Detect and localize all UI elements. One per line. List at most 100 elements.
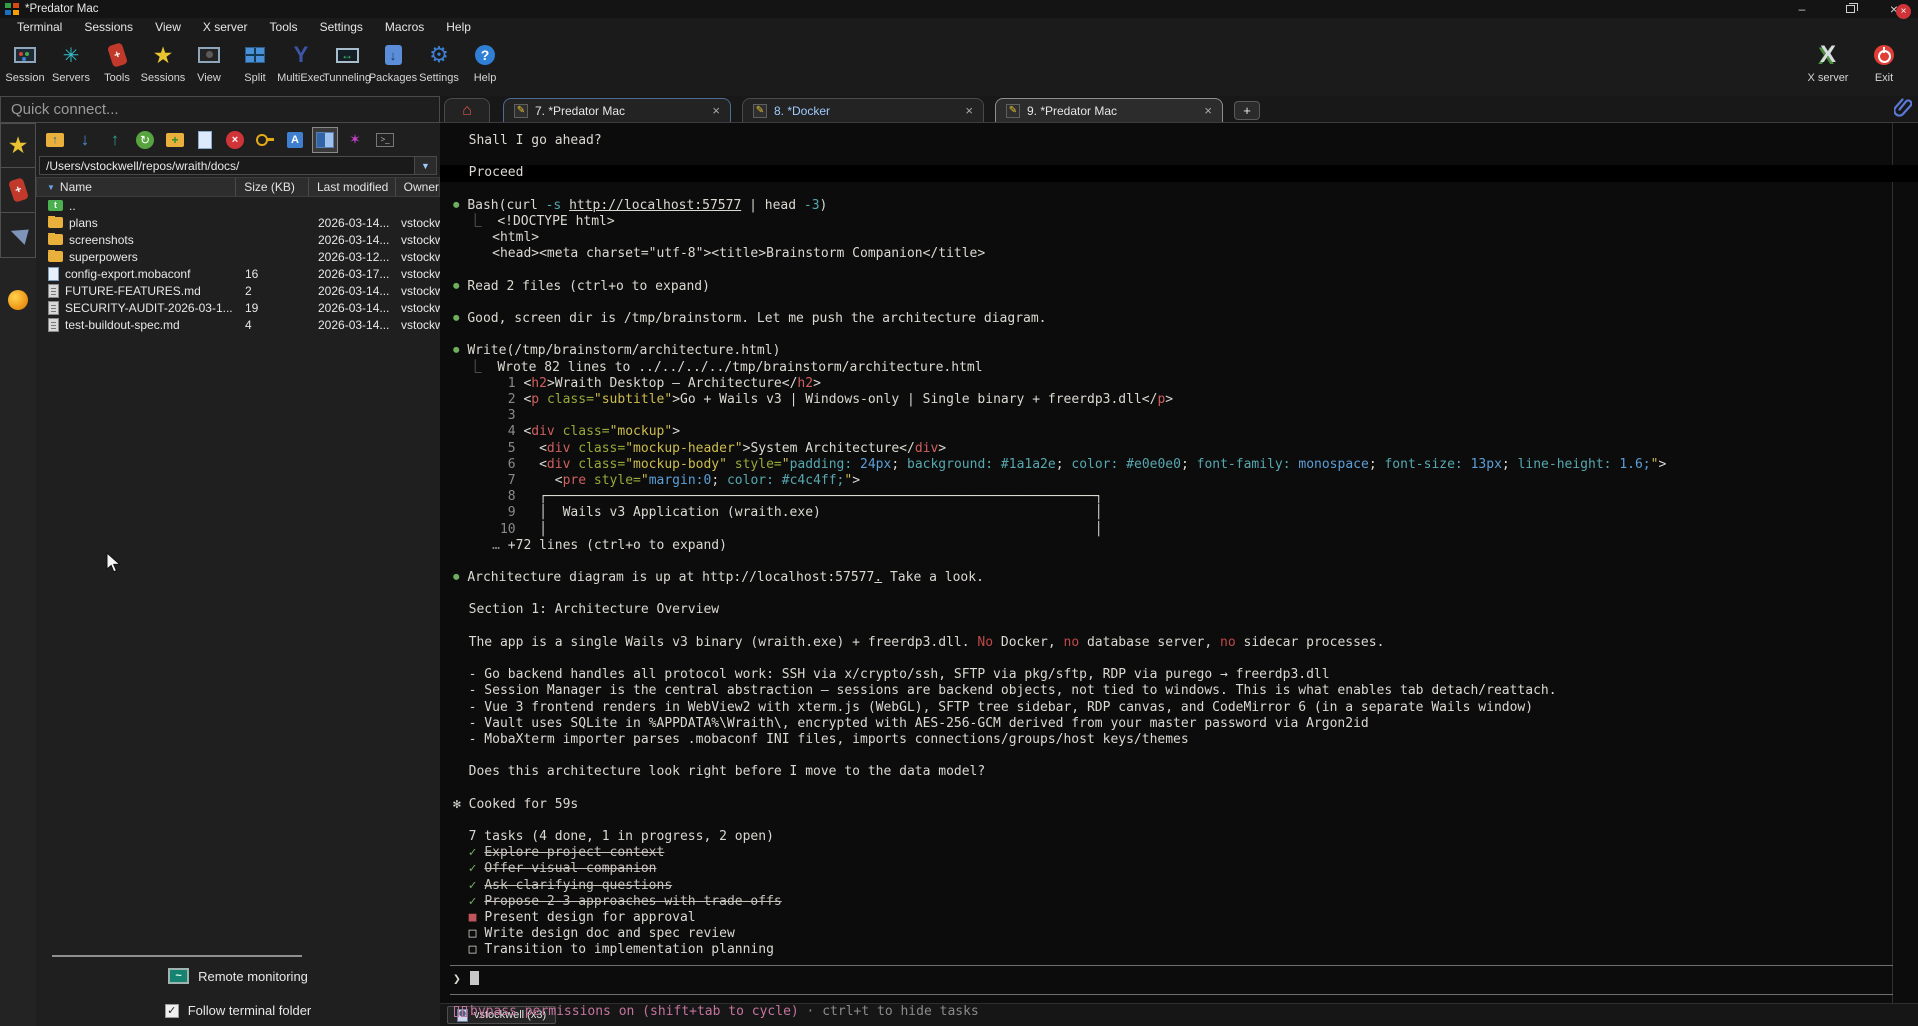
terminal-line: [453, 586, 1918, 602]
terminal-line: ⎿ Wrote 82 lines to ../../../../tmp/brai…: [453, 360, 1918, 376]
toolbar-button-exit[interactable]: Exit: [1856, 36, 1912, 96]
file-owner-cell: vstockw...: [396, 301, 440, 315]
file-name-label: screenshots: [69, 233, 134, 247]
tab-9-predator-mac[interactable]: 9. *Predator Mac×: [995, 98, 1223, 122]
menu-item-view[interactable]: View: [144, 20, 192, 34]
terminal-line: ✓ Explore project context: [453, 845, 1918, 861]
toolbar-button-multiexec[interactable]: MultiExec: [278, 36, 324, 96]
terminal-output[interactable]: Shall I go ahead? Proceed⏺ Bash(curl -s …: [440, 123, 1918, 959]
column-header-modified[interactable]: Last modified: [308, 178, 395, 196]
file-modified-cell: 2026-03-17...: [309, 267, 396, 281]
file-toolbar-upload-button[interactable]: [102, 127, 128, 153]
refresh-icon: [136, 131, 154, 149]
file-toolbar-wand-button[interactable]: [342, 127, 368, 153]
monitor-icon: [168, 968, 189, 984]
path-row: /Users/vstockwell/repos/wraith/docs/ ▼: [39, 156, 437, 175]
toolbar-button-sessions[interactable]: Sessions: [140, 36, 186, 96]
attachments-paperclip-icon[interactable]: [1894, 97, 1912, 122]
file-name-cell: SECURITY-AUDIT-2026-03-1...: [36, 301, 236, 315]
tab-close-icon[interactable]: ×: [965, 103, 973, 118]
menu-item-tools[interactable]: Tools: [259, 20, 309, 34]
menu-item-macros[interactable]: Macros: [374, 20, 435, 34]
menu-item-x-server[interactable]: X server: [192, 20, 259, 34]
session-icon: [14, 47, 36, 63]
toolbar-label-x-server: X server: [1808, 72, 1849, 84]
file-toolbar-terminal-button[interactable]: [372, 127, 398, 153]
table-row-superpowers[interactable]: superpowers2026-03-12...vstockw...: [36, 248, 440, 265]
minimize-button[interactable]: –: [1786, 0, 1818, 18]
terminal-pane[interactable]: Shall I go ahead? Proceed⏺ Bash(curl -s …: [440, 123, 1918, 1003]
menu-item-sessions[interactable]: Sessions: [73, 20, 144, 34]
file-toolbar-rename-button[interactable]: [282, 127, 308, 153]
session-type-icon: [1006, 104, 1020, 118]
table-row-[interactable]: ..: [36, 197, 440, 214]
quick-connect-placeholder: Quick connect...: [11, 101, 119, 118]
menu-bar: TerminalSessionsViewX serverToolsSetting…: [0, 18, 1918, 36]
globe-icon[interactable]: [8, 290, 28, 310]
toolbar-button-tunneling[interactable]: Tunneling: [324, 36, 370, 96]
follow-terminal-folder-checkbox[interactable]: Follow terminal folder: [36, 1003, 440, 1018]
table-row-plans[interactable]: plans2026-03-14...vstockw...: [36, 214, 440, 231]
file-toolbar-new-folder-button[interactable]: [162, 127, 188, 153]
file-toolbar-key-button[interactable]: [252, 127, 278, 153]
toolbar-button-servers[interactable]: Servers: [48, 36, 94, 96]
terminal-line: [453, 651, 1918, 667]
tab-label: 7. *Predator Mac: [535, 104, 705, 118]
column-header-name[interactable]: ▼ Name: [37, 178, 235, 196]
sidebar-tools-button[interactable]: [0, 168, 36, 213]
tab-close-icon[interactable]: ×: [712, 103, 720, 118]
terminal-line: Section 1: Architecture Overview: [453, 602, 1918, 618]
table-row-future-features-md[interactable]: FUTURE-FEATURES.md22026-03-14...vstockw.…: [36, 282, 440, 299]
remote-monitoring-button[interactable]: Remote monitoring: [36, 968, 440, 984]
toolbar-button-help[interactable]: Help: [462, 36, 508, 96]
toolbar-label-view: View: [197, 72, 221, 84]
terminal-line: ⎿ <!DOCTYPE html>: [453, 214, 1918, 230]
file-modified-cell: 2026-03-14...: [309, 301, 396, 315]
file-toolbar-new-file-button[interactable]: [192, 127, 218, 153]
terminal-close-button[interactable]: ×: [1896, 4, 1911, 19]
tab-7-predator-mac[interactable]: 7. *Predator Mac ×: [503, 98, 731, 122]
table-row-test-buildout-spec-md[interactable]: test-buildout-spec.md42026-03-14...vstoc…: [36, 316, 440, 333]
toolbar-button-packages[interactable]: Packages: [370, 36, 416, 96]
tools-knife-icon: [7, 177, 28, 203]
tab-close-icon[interactable]: ×: [1204, 103, 1212, 118]
maximize-button[interactable]: [1834, 0, 1866, 18]
table-row-screenshots[interactable]: screenshots2026-03-14...vstockw...: [36, 231, 440, 248]
file-toolbar-refresh-button[interactable]: [132, 127, 158, 153]
toolbar-button-settings[interactable]: Settings: [416, 36, 462, 96]
path-dropdown-button[interactable]: ▼: [415, 156, 437, 175]
sidebar-macros-button[interactable]: [0, 213, 36, 258]
tab-8-docker[interactable]: 8. *Docker×: [742, 98, 984, 122]
menu-item-help[interactable]: Help: [435, 20, 482, 34]
column-header-size[interactable]: Size (KB): [235, 178, 308, 196]
file-toolbar-parent-folder-button[interactable]: [42, 127, 68, 153]
tools-icon: [106, 42, 127, 68]
quick-connect-input[interactable]: Quick connect...: [0, 96, 440, 123]
download-icon: [81, 130, 90, 150]
sidebar-sessions-button[interactable]: [0, 123, 36, 168]
toolbar-button-view[interactable]: View: [186, 36, 232, 96]
rename-icon: [287, 132, 303, 148]
menu-item-settings[interactable]: Settings: [309, 20, 374, 34]
tab-home[interactable]: [444, 98, 490, 122]
column-header-owner[interactable]: Owner: [395, 178, 439, 196]
terminal-prompt-box[interactable]: ❯: [450, 965, 1893, 995]
file-toolbar-dual-pane-button[interactable]: [312, 127, 338, 153]
toolbar-button-tools[interactable]: Tools: [94, 36, 140, 96]
menu-item-terminal[interactable]: Terminal: [6, 20, 73, 34]
new-tab-button[interactable]: +: [1234, 101, 1260, 120]
terminal-line: [453, 813, 1918, 829]
toolbar-button-x-server[interactable]: X server: [1800, 36, 1856, 96]
toolbar-label-tools: Tools: [104, 72, 130, 84]
file-toolbar-delete-button[interactable]: [222, 127, 248, 153]
toolbar-button-session[interactable]: Session: [2, 36, 48, 96]
toolbar-label-tunneling: Tunneling: [323, 72, 371, 84]
toolbar-button-split[interactable]: Split: [232, 36, 278, 96]
terminal-line: ⏺ Architecture diagram is up at http://l…: [453, 570, 1918, 586]
table-row-security-audit-2026-03-1[interactable]: SECURITY-AUDIT-2026-03-1...192026-03-14.…: [36, 299, 440, 316]
path-input[interactable]: /Users/vstockwell/repos/wraith/docs/: [39, 156, 415, 175]
checkbox-checked-icon[interactable]: [165, 1004, 179, 1018]
toolbar-label-split: Split: [244, 72, 265, 84]
table-row-config-export-mobaconf[interactable]: config-export.mobaconf162026-03-17...vst…: [36, 265, 440, 282]
file-toolbar-download-button[interactable]: [72, 127, 98, 153]
